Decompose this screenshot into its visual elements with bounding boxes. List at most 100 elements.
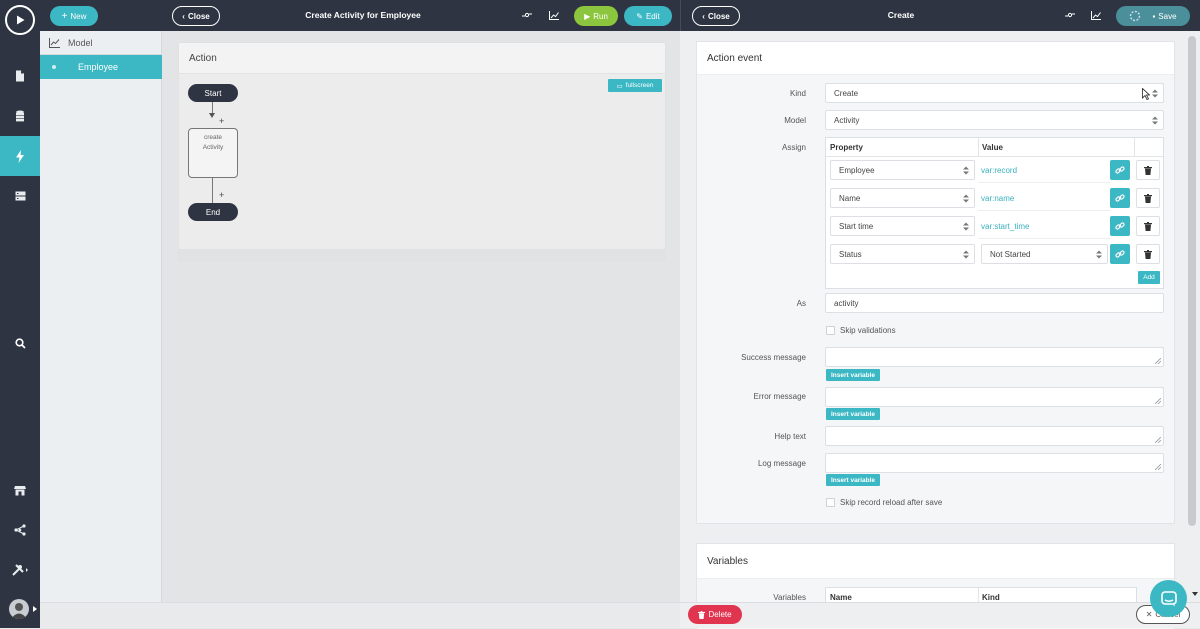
resize-grip-icon bbox=[1155, 358, 1161, 364]
page-title: Create Activity for Employee bbox=[305, 10, 421, 20]
cursor-icon bbox=[1142, 88, 1150, 100]
select-arrows-icon bbox=[1096, 250, 1102, 259]
success-message-field[interactable] bbox=[825, 347, 1164, 367]
save-button[interactable]: ▪ Save bbox=[1116, 6, 1190, 26]
insert-variable-button[interactable]: Insert variable bbox=[826, 369, 880, 381]
link-value-button[interactable] bbox=[1110, 216, 1130, 236]
select-arrows-icon bbox=[963, 194, 969, 203]
link-value-button[interactable] bbox=[1110, 160, 1130, 180]
select-arrows-icon bbox=[963, 166, 969, 175]
skip-validations-checkbox[interactable] bbox=[826, 326, 835, 335]
assign-property-select[interactable]: Name bbox=[830, 188, 975, 208]
tools-icon[interactable] bbox=[0, 555, 40, 585]
edit-button[interactable]: ✎ Edit bbox=[624, 6, 672, 26]
trash-icon bbox=[698, 610, 706, 619]
add-assign-button[interactable]: Add bbox=[1138, 271, 1160, 284]
panel-scrollbar[interactable] bbox=[179, 249, 665, 260]
flow-add-step[interactable]: + bbox=[219, 190, 224, 200]
sidebar-item-employee[interactable]: Employee bbox=[40, 55, 162, 79]
skip-reload-checkbox[interactable] bbox=[826, 498, 835, 507]
close-action-button[interactable]: ‹ Close bbox=[172, 6, 220, 26]
flow-connector bbox=[212, 178, 213, 203]
property-column-header: Property bbox=[830, 143, 863, 152]
trash-icon bbox=[1144, 165, 1152, 175]
chart-line-icon[interactable] bbox=[547, 8, 561, 22]
play-icon[interactable] bbox=[5, 5, 35, 35]
skip-validations-label: Skip validations bbox=[840, 326, 896, 335]
delete-row-button[interactable] bbox=[1136, 244, 1160, 264]
assign-property-select[interactable]: Start time bbox=[830, 216, 975, 236]
store-icon[interactable] bbox=[0, 475, 40, 505]
assign-property-select[interactable]: Status bbox=[830, 244, 975, 264]
model-select[interactable]: Activity bbox=[825, 110, 1164, 130]
flow-end-node[interactable]: End bbox=[188, 203, 238, 221]
run-button[interactable]: ▶ Run bbox=[574, 6, 618, 26]
user-avatar[interactable] bbox=[9, 599, 29, 619]
error-message-field[interactable] bbox=[825, 387, 1164, 407]
fullscreen-icon: ▭ bbox=[616, 82, 623, 90]
delete-button[interactable]: Delete bbox=[688, 605, 742, 624]
delete-row-button[interactable] bbox=[1136, 188, 1160, 208]
trash-icon bbox=[1144, 249, 1152, 259]
select-arrows-icon bbox=[963, 222, 969, 231]
link-icon bbox=[1115, 194, 1125, 202]
flow-start-node[interactable]: Start bbox=[188, 84, 238, 102]
share-icon[interactable] bbox=[0, 515, 40, 545]
log-message-field[interactable] bbox=[825, 453, 1164, 473]
chat-widget-button[interactable] bbox=[1150, 580, 1187, 617]
trash-icon bbox=[1144, 221, 1152, 231]
assign-property-select[interactable]: Employee bbox=[830, 160, 975, 180]
main-footer bbox=[162, 602, 680, 628]
database-icon[interactable] bbox=[0, 101, 40, 131]
flow-arrow-icon bbox=[209, 113, 215, 118]
detail-title: Create bbox=[887, 10, 915, 20]
action-event-title: Action event bbox=[697, 42, 1174, 75]
assign-label: Assign bbox=[781, 143, 806, 152]
assign-value-select[interactable]: Not Started bbox=[981, 244, 1108, 264]
chevron-left-icon: ‹ bbox=[702, 11, 705, 21]
server-icon[interactable] bbox=[0, 181, 40, 211]
git-commit-icon[interactable] bbox=[520, 8, 534, 22]
select-arrows-icon bbox=[1152, 116, 1158, 125]
resize-grip-icon bbox=[1155, 464, 1161, 470]
search-icon[interactable] bbox=[0, 328, 40, 358]
chart-line-icon[interactable] bbox=[1089, 8, 1103, 22]
sidebar-item-model[interactable]: Model bbox=[40, 31, 162, 55]
link-value-button[interactable] bbox=[1110, 188, 1130, 208]
flow-step-node[interactable]: create Activity bbox=[188, 128, 238, 178]
flow-add-step[interactable]: + bbox=[219, 116, 224, 126]
variables-label: Variables bbox=[773, 593, 806, 602]
link-value-button[interactable] bbox=[1110, 244, 1130, 264]
delete-row-button[interactable] bbox=[1136, 160, 1160, 180]
spinner-icon bbox=[1130, 10, 1141, 22]
variables-name-header: Name bbox=[830, 593, 852, 602]
document-icon[interactable] bbox=[0, 61, 40, 91]
fullscreen-button[interactable]: ▭ fullscreen bbox=[608, 79, 662, 92]
as-label: As bbox=[796, 299, 806, 308]
delete-row-button[interactable] bbox=[1136, 216, 1160, 236]
chart-icon bbox=[40, 37, 68, 48]
app-rail bbox=[0, 0, 40, 628]
git-commit-icon[interactable] bbox=[1063, 8, 1077, 22]
scroll-down-icon[interactable] bbox=[1192, 592, 1198, 596]
insert-variable-button[interactable]: Insert variable bbox=[826, 408, 880, 420]
skip-reload-label: Skip record reload after save bbox=[840, 498, 943, 507]
help-text-label: Help text bbox=[774, 432, 806, 441]
log-message-label: Log message bbox=[757, 459, 806, 468]
sidebar-footer bbox=[40, 602, 162, 628]
close-detail-button[interactable]: ‹ Close bbox=[692, 6, 740, 26]
chat-icon bbox=[1160, 590, 1177, 606]
bolt-icon[interactable] bbox=[0, 136, 40, 176]
expand-arrow-icon[interactable] bbox=[33, 606, 37, 612]
kind-select[interactable]: Create bbox=[825, 83, 1164, 103]
new-button[interactable]: + New bbox=[50, 6, 98, 26]
as-input[interactable]: activity bbox=[825, 293, 1164, 313]
detail-scrollbar[interactable] bbox=[1188, 36, 1196, 526]
value-column-header: Value bbox=[982, 143, 1003, 152]
insert-variable-button[interactable]: Insert variable bbox=[826, 474, 880, 486]
select-arrows-icon bbox=[963, 250, 969, 259]
help-text-field[interactable] bbox=[825, 426, 1164, 446]
variables-title: Variables bbox=[697, 544, 1174, 579]
link-icon bbox=[1115, 222, 1125, 230]
detail-top-bar: ‹ Close Create ▪ Save bbox=[680, 0, 1200, 31]
